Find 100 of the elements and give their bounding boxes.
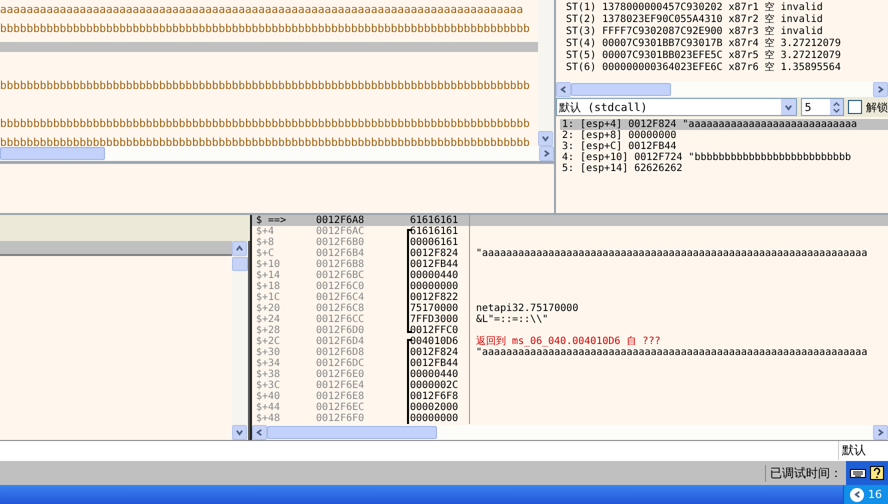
scroll-thumb[interactable]: [0, 147, 105, 160]
stack-offset: $+1C: [255, 292, 282, 303]
register-number: invalid: [780, 2, 823, 14]
stack-value: 0012F822: [410, 292, 458, 303]
scroll-right-button[interactable]: [539, 146, 554, 161]
register-name: ST(3): [566, 26, 596, 38]
register-state: 空: [764, 26, 775, 38]
register-value: 1378023EF90C055A4310: [602, 14, 723, 26]
stack-address: 0012F6F0: [316, 413, 366, 424]
stack-offset: $+20: [255, 303, 282, 314]
stack-address: 0012F6B8: [316, 259, 366, 270]
stack-value: 00002000: [410, 402, 458, 413]
stack-address: 0012F6BC: [316, 270, 366, 281]
scroll-up-button[interactable]: [232, 241, 247, 256]
chevron-left-icon: [255, 428, 264, 437]
chevron-right-icon: [876, 428, 885, 437]
stack-value: 0012F824: [410, 347, 458, 358]
spin-arrows-icon: [830, 99, 844, 115]
selected-row[interactable]: $ ==> 0012F6A8 61616161: [252, 215, 888, 226]
register-value: 00007C9301BB023EFE5C: [602, 50, 723, 62]
unlock-label: 解锁: [866, 100, 888, 114]
register-number: invalid: [780, 26, 823, 38]
scroll-left-button[interactable]: [556, 82, 571, 97]
chevron-right-icon: [876, 85, 885, 94]
argument-count-spinner[interactable]: 5: [800, 98, 844, 116]
stack-value: 0000002C: [410, 380, 458, 391]
argument-row[interactable]: 5: [esp+14] 62626262: [560, 163, 888, 174]
register-name: ST(4): [566, 38, 596, 50]
stack-offset: $+38: [255, 369, 282, 380]
scroll-down-button[interactable]: [232, 425, 247, 440]
dump-text: bbbbbbbbbbbbbbbbbbbbbbbbbbbbbbbbbbbbbbbbbbbbbbbbbbbbbbbbbbbbbbbbbbbbbbbbbbbbbbbb: [0, 136, 530, 146]
register-number: 3.27212079: [780, 38, 841, 50]
scroll-right-button[interactable]: [873, 82, 888, 97]
unlock-checkbox[interactable]: [848, 100, 862, 114]
register-state: 空: [764, 62, 775, 74]
stack-offset: $+28: [255, 325, 282, 336]
stack-offset: $+18: [255, 281, 282, 292]
stack-value: 0012F6F8: [410, 391, 458, 402]
register-value: 00007C9301BB7C93017B: [602, 38, 723, 50]
stack-offset: $+30: [255, 347, 282, 358]
register-state: 空: [764, 14, 775, 26]
chevron-left-icon: [559, 85, 568, 94]
horizontal-scrollbar[interactable]: [252, 425, 888, 440]
register-state: 空: [764, 38, 775, 50]
scroll-left-button[interactable]: [252, 425, 267, 440]
stack-offset: $+44: [255, 402, 282, 413]
register-value: 000000000364023EFE6C: [602, 62, 723, 74]
scroll-thumb[interactable]: [267, 426, 437, 439]
chevron-left-icon: [852, 490, 862, 499]
register-state: 空: [764, 50, 775, 62]
dump-text: aaaaaaaaaaaaaaaaaaaaaaaaaaaaaaaaaaaaaaaaaaaaaaaaaaaaaaaaaaaaaaaaaaaaaaaaaaaaaaa: [0, 3, 524, 16]
stack-offset: $+14: [255, 270, 282, 281]
stack-address: 0012F6E0: [316, 369, 366, 380]
horizontal-scrollbar[interactable]: [0, 146, 554, 163]
vertical-scrollbar[interactable]: [538, 0, 554, 146]
stack-offset: $+2C: [255, 336, 282, 347]
argument-row[interactable]: 3: [esp+C] 0012FB44: [560, 141, 888, 152]
tray-expand-button[interactable]: [850, 488, 864, 502]
stack-address: 0012F6AC: [316, 226, 366, 237]
stack-address: 0012F6E8: [316, 391, 366, 402]
stack-comment: netapi32.75170000: [475, 303, 578, 314]
argument-row[interactable]: 1: [esp+4] 0012F824 "aaaaaaaaaaaaaaaaaaaaaaaaaaaa: [560, 119, 888, 130]
stack-comment: "aaaaaaaaaaaaaaaaaaaaaaaaaaaaaaaaaaaaaaaaaaaaaaaaaaaaaaaaaaaaaaaa: [475, 248, 868, 259]
scroll-thumb[interactable]: [571, 83, 671, 96]
scroll-down-button[interactable]: [538, 131, 553, 146]
dump-text: bbbbbbbbbbbbbbbbbbbbbbbbbbbbbbbbbbbbbbbbbbbbbbbbbbbbbbbbbbbbbbbbbbbbbbbbbbbbbbbb: [0, 117, 530, 130]
stack-offset: $+C: [255, 248, 276, 259]
help-icon[interactable]: [870, 466, 884, 480]
vertical-scrollbar[interactable]: [232, 241, 248, 440]
horizontal-scrollbar[interactable]: [556, 82, 888, 97]
stack-address: 0012F6EC: [316, 402, 366, 413]
stack-comment: "aaaaaaaaaaaaaaaaaaaaaaaaaaaaaaaaaaaaaaaaaaaaaaaaaaaaaaaaaaaaaaaa: [475, 347, 868, 358]
register-name: ST(1): [566, 2, 596, 14]
stack-value: 0012FB44: [410, 259, 458, 270]
stack-value: 00000000: [410, 281, 458, 292]
stack-address: 0012F6DC: [316, 358, 366, 369]
stack-address: 0012F6CC: [316, 314, 366, 325]
register-name: ST(6): [566, 62, 596, 74]
register-number: 3.27212079: [780, 50, 841, 62]
stack-address: 0012F6C4: [316, 292, 366, 303]
stack-value: 00006161: [410, 237, 458, 248]
chevron-right-icon: [542, 149, 551, 158]
register-number: invalid: [780, 14, 823, 26]
register-tag: x87r6: [728, 62, 759, 74]
register-tag: x87r5: [728, 50, 759, 62]
stack-address: 0012F6C0: [316, 281, 366, 292]
register-tag: x87r2: [728, 14, 759, 26]
scroll-right-button[interactable]: [873, 425, 888, 440]
scroll-thumb[interactable]: [232, 257, 248, 271]
argument-row[interactable]: 2: [esp+8] 00000000: [560, 130, 888, 141]
dump-text: bbbbbbbbbbbbbbbbbbbbbbbbbbbbbbbbbbbbbbbbbbbbbbbbbbbbbbbbbbbbbbbbbbbbbbbbbbbbbbbb: [0, 79, 530, 92]
chevron-down-icon: [784, 102, 793, 112]
keyboard-icon[interactable]: [850, 467, 866, 479]
stack-address: 0012F6B0: [316, 237, 366, 248]
stack-value: 004010D6: [410, 336, 458, 347]
stack-value: 75170000: [410, 303, 458, 314]
stack-value: 00000440: [410, 369, 458, 380]
argument-row[interactable]: 4: [esp+10] 0012F724 "bbbbbbbbbbbbbbbbbbbbbbbbbb: [560, 152, 888, 163]
register-state: 空: [764, 2, 775, 14]
calling-convention-dropdown[interactable]: 默认 (stdcall): [556, 98, 797, 116]
